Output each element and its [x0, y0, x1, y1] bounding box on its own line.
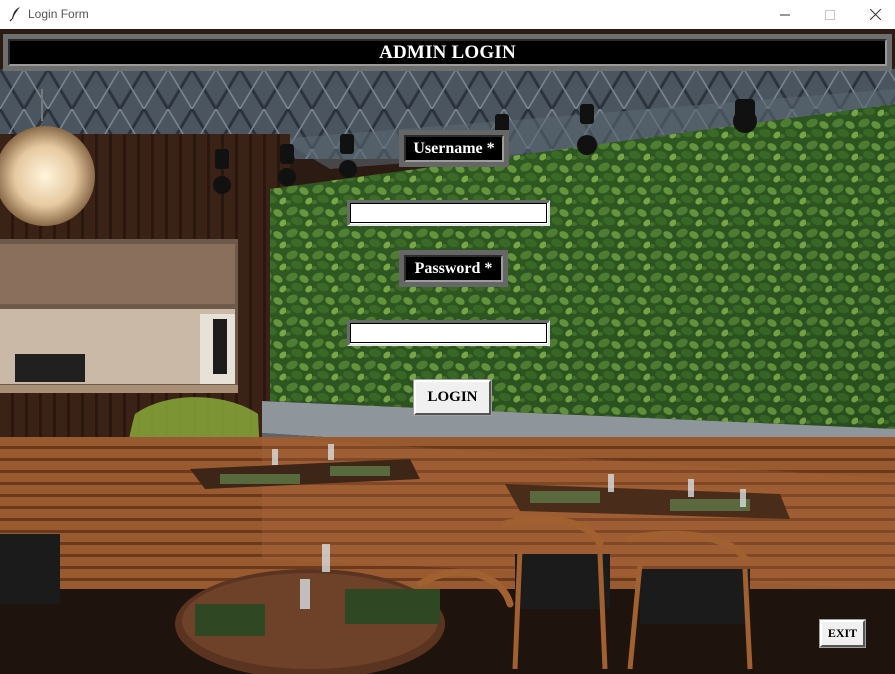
password-label: Password *	[414, 259, 493, 277]
exit-button[interactable]: EXIT	[819, 619, 866, 648]
close-button[interactable]	[852, 0, 895, 29]
page-title: ADMIN LOGIN	[379, 41, 516, 63]
maximize-button[interactable]	[807, 0, 853, 29]
minimize-button[interactable]	[762, 0, 808, 29]
username-label-inner: Username *	[404, 135, 504, 162]
password-label-inner: Password *	[404, 255, 503, 282]
admin-login-banner-inner: ADMIN LOGIN	[8, 39, 887, 66]
minimize-icon	[780, 14, 790, 15]
window-titlebar[interactable]: Login Form	[0, 0, 895, 29]
password-label-box: Password *	[399, 250, 508, 287]
username-label-box: Username *	[399, 130, 509, 167]
admin-login-banner: ADMIN LOGIN	[3, 34, 892, 71]
feather-icon	[9, 6, 23, 22]
username-field[interactable]	[347, 200, 550, 226]
password-field[interactable]	[347, 320, 550, 346]
login-window-content: ADMIN LOGIN Username * Password * LOGIN …	[0, 29, 895, 674]
username-label: Username *	[413, 139, 495, 157]
restaurant-background-image	[0, 29, 895, 674]
login-button[interactable]: LOGIN	[413, 379, 492, 416]
window-title: Login Form	[28, 7, 89, 21]
close-icon	[869, 9, 881, 20]
maximize-icon	[825, 9, 835, 20]
